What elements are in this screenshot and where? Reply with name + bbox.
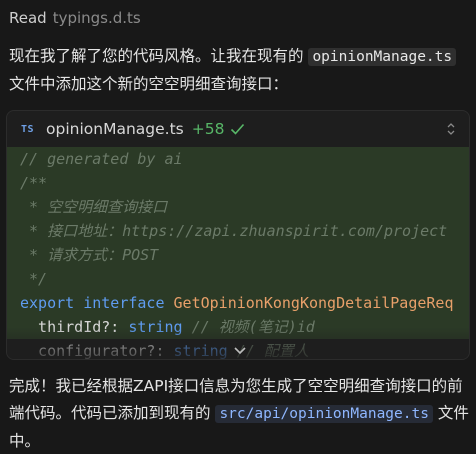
check-icon: [231, 123, 245, 135]
code-edit-card[interactable]: TS opinionManage.ts +58 // generated by …: [6, 110, 470, 360]
inline-code-path[interactable]: src/api/opinionManage.ts: [215, 405, 433, 423]
assistant-message-1: 现在我了解了您的代码风格。让我在现有的 opinionManage.ts 文件中…: [9, 43, 469, 98]
inline-code-filename: opinionManage.ts: [308, 48, 457, 66]
message-text: 文件中添加这个新的空空明细查询接口：: [9, 75, 289, 93]
code-line: * 请求方式：POST: [7, 243, 469, 267]
lines-added-count: +58: [191, 120, 225, 138]
code-line: thirdId?: string // 视频(笔记)id: [7, 315, 469, 339]
chevron-down-icon[interactable]: [233, 346, 247, 356]
code-diff-view[interactable]: // generated by ai /** * 空空明细查询接口 * 接口地址…: [7, 147, 469, 359]
read-filename[interactable]: typings.d.ts: [53, 9, 141, 27]
code-card-header[interactable]: TS opinionManage.ts +58: [7, 111, 469, 147]
read-verb: Read: [9, 9, 47, 27]
assistant-message-2: 完成！我已经根据ZAPI接口信息为您生成了空空明细查询接口的前端代码。代码已添加…: [9, 373, 469, 454]
code-line: // generated by ai: [7, 147, 469, 171]
expand-collapse-icon[interactable]: [445, 121, 457, 137]
message-text: 现在我了解了您的代码风格。让我在现有的: [9, 47, 309, 65]
code-card-filename[interactable]: opinionManage.ts: [46, 120, 184, 138]
typescript-file-icon: TS: [21, 123, 35, 135]
code-line: */: [7, 267, 469, 291]
code-line: * 空空明细查询接口: [7, 195, 469, 219]
code-line: export interface GetOpinionKongKongDetai…: [7, 291, 469, 315]
code-line: * 接口地址：https://zapi.zhuanspirit.com/proj…: [7, 219, 469, 243]
code-line: /**: [7, 171, 469, 195]
tool-read-line[interactable]: Read typings.d.ts: [9, 7, 141, 29]
